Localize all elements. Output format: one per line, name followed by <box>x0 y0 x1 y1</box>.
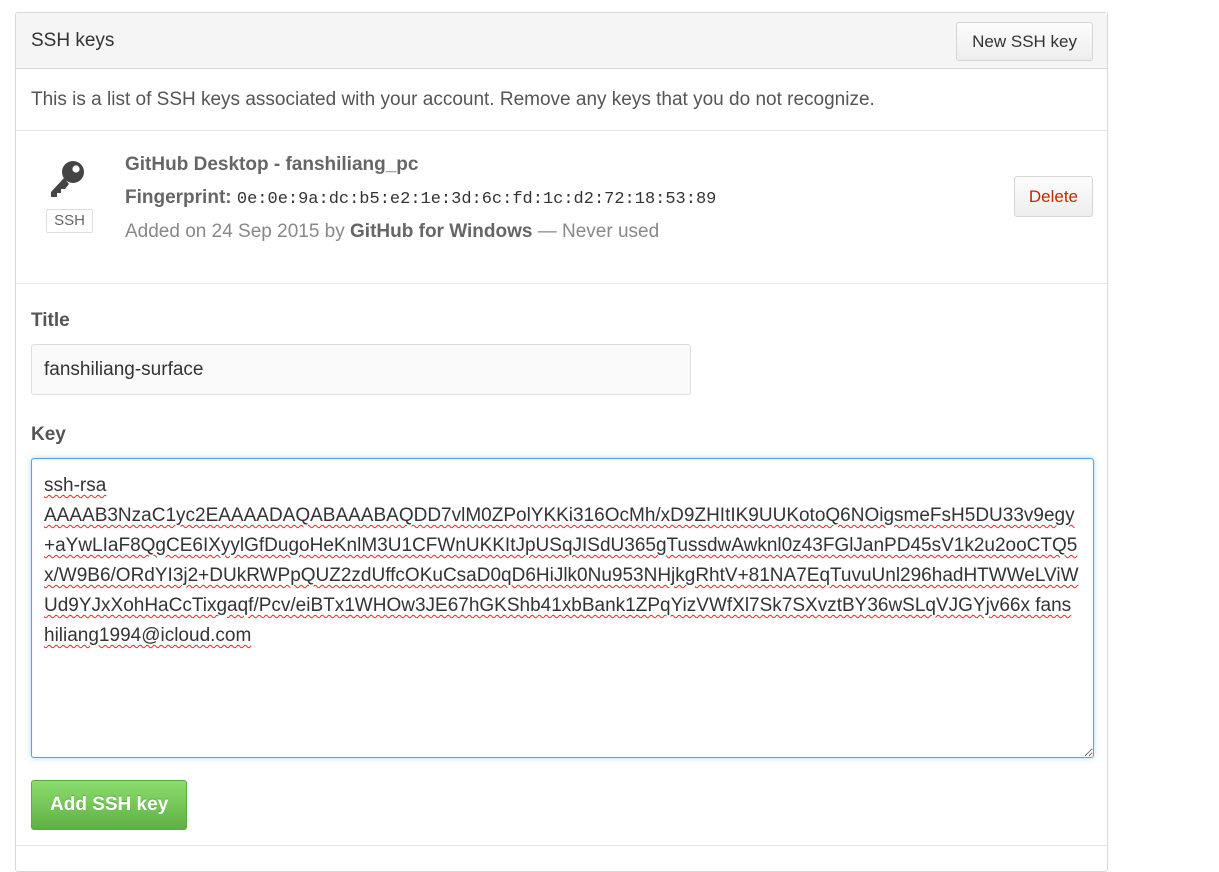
add-ssh-key-button[interactable]: Add SSH key <box>31 780 188 830</box>
key-textarea[interactable]: ssh-rsa AAAAB3NzaC1yc2EAAAADAQABAAABAQDD… <box>31 458 1094 758</box>
delete-key-button[interactable]: Delete <box>1013 176 1093 217</box>
added-info: Added on 24 Sep 2015 by GitHub for Windo… <box>125 221 659 243</box>
ssh-badge: SSH <box>46 209 93 233</box>
key-title: GitHub Desktop - fanshiliang_pc <box>125 154 419 175</box>
page-title: SSH keys <box>31 30 115 51</box>
key-icon <box>51 161 84 197</box>
added-suffix: — Never used <box>537 221 660 242</box>
added-by: GitHub for Windows <box>350 221 533 242</box>
bottom-divider <box>16 845 1107 846</box>
intro-section: This is a list of SSH keys associated wi… <box>16 68 1107 131</box>
ssh-keys-panel: SSH keys New SSH key This is a list of S… <box>15 12 1108 872</box>
title-label: Title <box>31 310 70 331</box>
key-label: Key <box>31 424 66 445</box>
fingerprint-line: Fingerprint: 0e:0e:9a:dc:b5:e2:1e:3d:6c:… <box>125 187 716 209</box>
added-prefix: Added on 24 Sep 2015 by <box>125 221 345 242</box>
fingerprint-value: 0e:0e:9a:dc:b5:e2:1e:3d:6c:fd:1c:d2:72:1… <box>236 190 717 209</box>
panel-header: SSH keys New SSH key <box>16 13 1107 69</box>
new-ssh-key-button[interactable]: New SSH key <box>956 22 1093 61</box>
title-input[interactable] <box>31 344 691 395</box>
fingerprint-label: Fingerprint: <box>125 187 232 208</box>
ssh-key-item: SSH GitHub Desktop - fanshiliang_pc Fing… <box>16 131 1107 284</box>
intro-text: This is a list of SSH keys associated wi… <box>31 89 875 110</box>
